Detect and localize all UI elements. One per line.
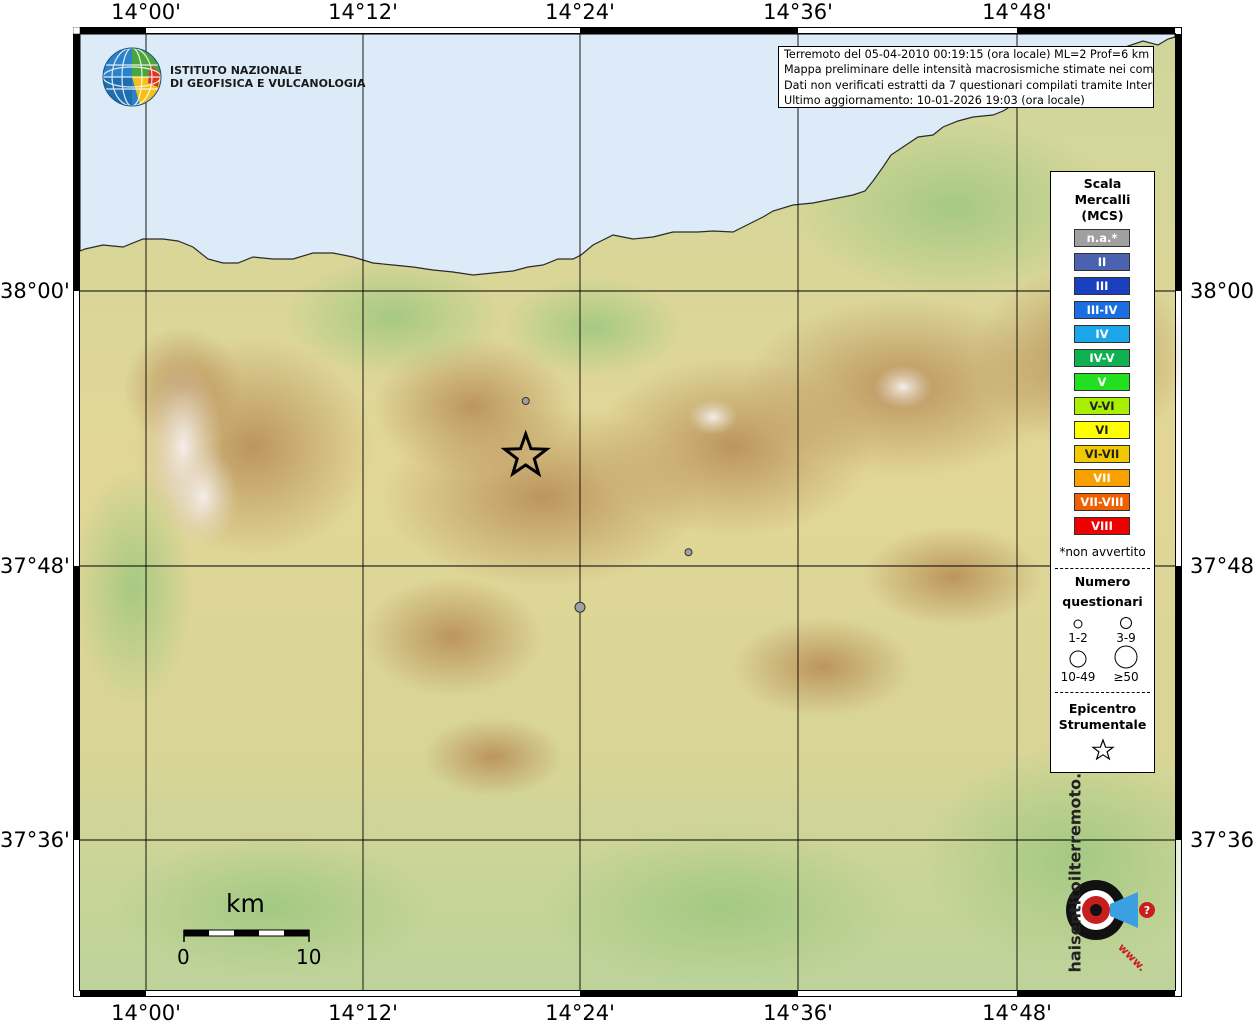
- legend-chip-vi-vii: VI-VII: [1074, 445, 1130, 463]
- size-label-3-9: 3-9: [1116, 631, 1136, 645]
- haisentito-prefix: www.: [1115, 940, 1149, 975]
- legend-chip-iii: III: [1074, 277, 1130, 295]
- scale-bar-unit: km: [226, 889, 265, 918]
- lon-tick-top-4: 14°36': [763, 0, 833, 24]
- legend-title-line2: Mercalli: [1074, 192, 1131, 207]
- lat-tick-left-1: 38°00': [0, 279, 70, 303]
- size-symbol-small: [1073, 619, 1083, 629]
- legend-chip-iii-iv: III-IV: [1074, 301, 1130, 319]
- legend-chip-v-vi: V-VI: [1074, 397, 1130, 415]
- haisentito-wordmark: haisentitoilterremoto.it: [1065, 759, 1085, 973]
- scale-bar-max: 10: [296, 945, 322, 969]
- legend-chip-iv-v: IV-V: [1074, 349, 1130, 367]
- mercalli-legend: Scala Mercalli (MCS) n.a.* II III III-IV IV I…: [1050, 171, 1155, 773]
- event-info-line-1: Terremoto del 05-04-2010 00:19:15 (ora l…: [784, 48, 1150, 61]
- observation-point-1[interactable]: [521, 397, 530, 405]
- event-info-line-2: Mappa preliminare delle intensità macros…: [784, 63, 1154, 77]
- size-symbol-xlarge: [1114, 645, 1138, 669]
- size-symbol-large: [1069, 650, 1087, 668]
- size-label-50-plus: ≥50: [1113, 670, 1139, 684]
- haisentito-logo-text: haisentitoilterremoto.it www.: [1015, 760, 1155, 979]
- legend-chip-vi: VI: [1074, 421, 1130, 439]
- questionnaires-title-line1: Numero: [1074, 574, 1131, 589]
- lat-tick-right-2: 37°48': [1190, 554, 1255, 578]
- lon-tick-bottom-1: 14°00': [111, 1001, 181, 1025]
- map-frame[interactable]: ? haisentitoilterremoto.it www.: [73, 27, 1182, 997]
- lon-tick-bottom-4: 14°36': [763, 1001, 833, 1025]
- event-info-line-4: Ultimo aggiornamento: 10-01-2026 19:03 (…: [784, 93, 1085, 107]
- legend-chip-iv: IV: [1074, 325, 1130, 343]
- lon-tick-top-5: 14°48': [982, 0, 1052, 24]
- ingv-name-line1: ISTITUTO NAZIONALE: [170, 64, 303, 77]
- legend-chip-viii: VIII: [1074, 517, 1130, 535]
- observation-point-2[interactable]: [684, 548, 693, 557]
- epicenter-title-line1: Epicentro: [1068, 701, 1137, 716]
- lon-tick-top-1: 14°00': [111, 0, 181, 24]
- ingv-logo-text: ISTITUTO NAZIONALE DI GEOFISICA E VULCAN…: [170, 64, 366, 90]
- size-label-10-49: 10-49: [1060, 670, 1096, 684]
- legend-divider-1: [1055, 568, 1150, 569]
- ingv-name-line2: DI GEOFISICA E VULCANOLOGIA: [170, 77, 366, 90]
- event-info-box: Terremoto del 05-04-2010 00:19:15 (ora l…: [778, 46, 1154, 108]
- lat-tick-left-3: 37°36': [0, 828, 70, 852]
- legend-chip-na: n.a.*: [1074, 229, 1130, 247]
- lon-tick-top-3: 14°24': [545, 0, 615, 24]
- legend-chip-vii-viii: VII-VIII: [1074, 493, 1130, 511]
- lat-tick-right-3: 37°36': [1190, 828, 1255, 852]
- legend-chip-ii: II: [1074, 253, 1130, 271]
- lon-tick-top-2: 14°12': [328, 0, 398, 24]
- lon-tick-bottom-2: 14°12': [328, 1001, 398, 1025]
- observation-point-3[interactable]: [574, 601, 586, 613]
- event-info-line-3: Dati non verificati estratti da 7 questi…: [784, 78, 1154, 92]
- lon-tick-bottom-5: 14°48': [982, 1001, 1052, 1025]
- legend-chip-v: V: [1074, 373, 1130, 391]
- scale-bar-min: 0: [177, 945, 190, 969]
- size-label-1-2: 1-2: [1068, 631, 1088, 645]
- legend-chip-vii: VII: [1074, 469, 1130, 487]
- epicenter-title-line2: Strumentale: [1058, 717, 1147, 732]
- not-felt-note: *non avvertito: [1059, 545, 1146, 559]
- lon-tick-bottom-3: 14°24': [545, 1001, 615, 1025]
- ingv-globe-icon: [102, 47, 162, 107]
- size-symbol-medium: [1120, 617, 1132, 629]
- legend-title-line1: Scala: [1083, 176, 1122, 191]
- lat-tick-right-1: 38°00': [1190, 279, 1255, 303]
- epicenter-star-icon: [1091, 738, 1115, 761]
- lat-tick-left-2: 37°48': [0, 554, 70, 578]
- legend-divider-2: [1055, 692, 1150, 693]
- questionnaires-title-line2: questionari: [1062, 594, 1143, 609]
- legend-title-line3: (MCS): [1081, 208, 1124, 223]
